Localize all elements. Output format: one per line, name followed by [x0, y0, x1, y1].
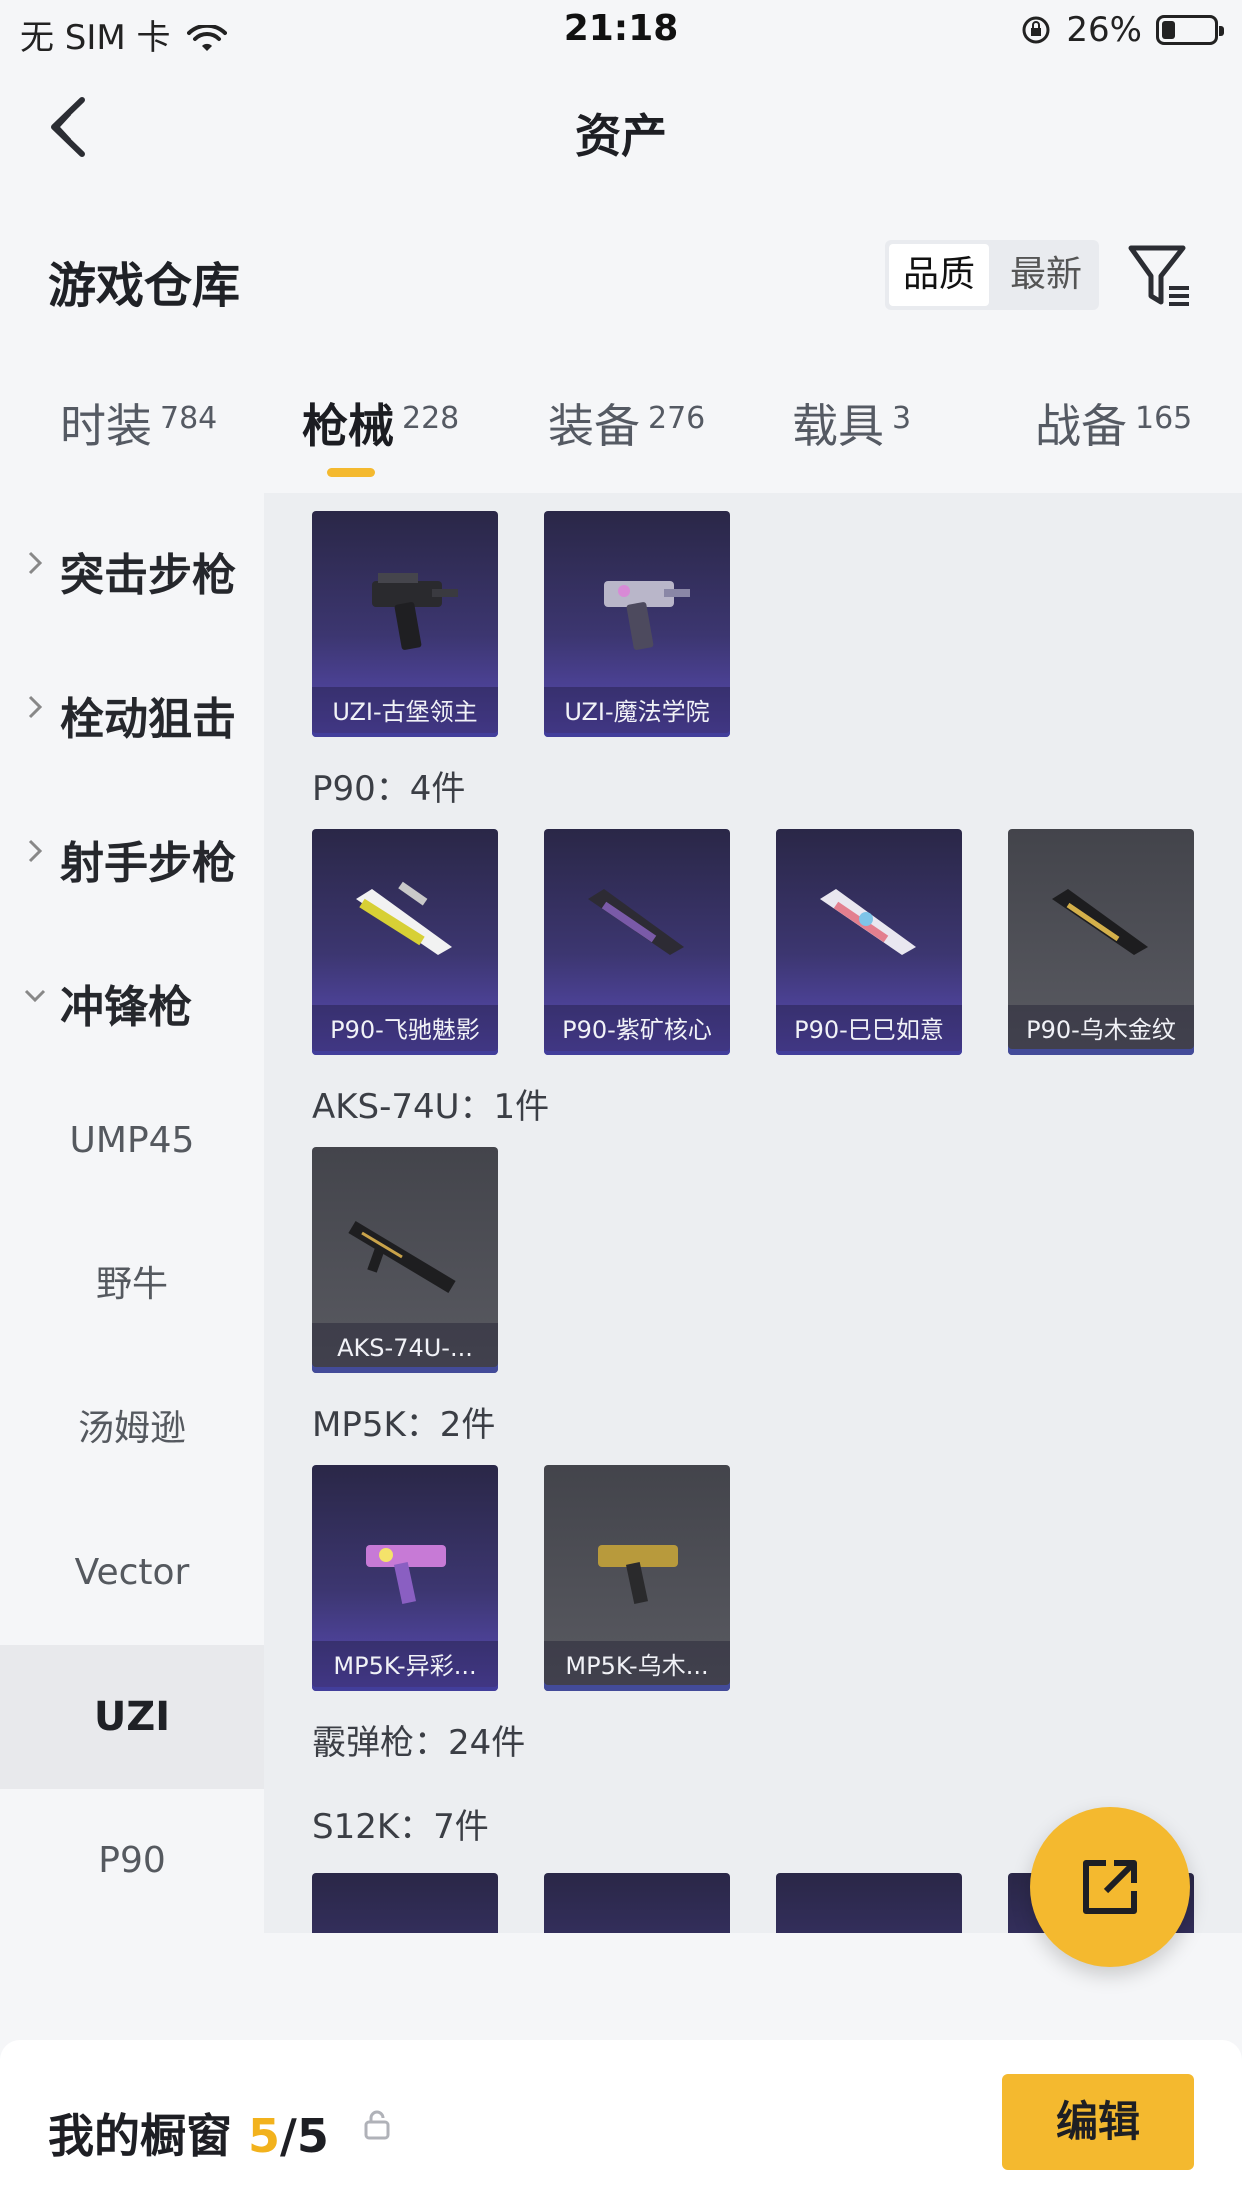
- p90-skin-image: [356, 881, 452, 955]
- warehouse-title: 游戏仓库: [48, 258, 241, 314]
- item-card[interactable]: MP5K-异彩...: [312, 1465, 498, 1691]
- subcategory-uzi[interactable]: UZI: [0, 1645, 264, 1789]
- item-card[interactable]: P90-紫矿核心: [544, 829, 730, 1055]
- share-icon: [1083, 1860, 1137, 1914]
- chevron-right-icon: [28, 551, 43, 575]
- category-assault-rifle[interactable]: 突击步枪: [0, 493, 264, 637]
- subcategory-p90[interactable]: P90: [0, 1789, 264, 1933]
- p90-skin-image: [820, 889, 916, 955]
- weapon-grid: UZI-古堡领主 UZI-魔法学院 P90：4件 P90-飞驰魅影 P90-紫矿…: [264, 493, 1242, 1933]
- group-title: 霰弹枪：24件: [312, 1723, 526, 1763]
- tab-equipment[interactable]: 装备 276: [548, 390, 705, 456]
- chevron-down-icon: [24, 989, 46, 1003]
- subcategory-vector[interactable]: Vector: [0, 1501, 264, 1645]
- battery-percent: 26%: [1066, 10, 1142, 50]
- group-title: S12K：7件: [312, 1807, 489, 1847]
- rotation-lock-icon: [1022, 16, 1050, 44]
- p90-skin-image: [1052, 889, 1148, 955]
- mp5k-skin-image: [366, 1545, 446, 1605]
- item-card[interactable]: P90-巳巳如意: [776, 829, 962, 1055]
- category-tabs: 时装 784 枪械 228 装备 276 载具 3 战备 165: [0, 390, 1242, 480]
- item-card-name: MP5K-异彩...: [312, 1641, 498, 1691]
- uzi-skin-image: [604, 581, 690, 650]
- item-card[interactable]: P90-乌木金纹: [1008, 829, 1194, 1055]
- category-marksman-rifle[interactable]: 射手步枪: [0, 781, 264, 925]
- item-card-name: P90-飞驰魅影: [312, 1005, 498, 1055]
- item-card[interactable]: AKS-74U-...: [312, 1147, 498, 1373]
- tab-fashion[interactable]: 时装 784: [60, 390, 217, 456]
- tab-vehicles[interactable]: 载具 3: [792, 390, 911, 456]
- category-bolt-sniper[interactable]: 栓动狙击: [0, 637, 264, 781]
- aks74u-skin-image: [348, 1220, 456, 1294]
- item-card-name: P90-巳巳如意: [776, 1005, 962, 1055]
- item-card-name: AKS-74U-...: [312, 1323, 498, 1373]
- mp5k-skin-image: [598, 1545, 678, 1605]
- p90-skin-image: [588, 889, 684, 955]
- item-card-name: P90-乌木金纹: [1008, 1005, 1194, 1055]
- item-card-name: MP5K-乌木...: [544, 1641, 730, 1691]
- sort-option-latest[interactable]: 最新: [993, 240, 1099, 310]
- group-title: P90：4件: [312, 769, 466, 809]
- category-smg[interactable]: 冲锋枪: [0, 925, 264, 1069]
- item-card-name: UZI-魔法学院: [544, 687, 730, 737]
- uzi-skin-image: [372, 573, 458, 650]
- sort-toggle: 品质 最新: [885, 240, 1099, 310]
- item-card[interactable]: MP5K-乌木...: [544, 1465, 730, 1691]
- page-title: 资产: [575, 109, 667, 163]
- nav-bar: 资产: [0, 62, 1242, 192]
- filter-icon[interactable]: [1125, 240, 1195, 310]
- tab-supplies[interactable]: 战备 165: [1035, 390, 1192, 456]
- showcase-bar: 我的橱窗 5/5 编辑: [0, 2040, 1242, 2208]
- subcategory-ump45[interactable]: UMP45: [0, 1069, 264, 1213]
- item-card[interactable]: UZI-古堡领主: [312, 511, 498, 737]
- showcase-label: 我的橱窗 5/5: [48, 2109, 329, 2163]
- sort-option-quality[interactable]: 品质: [889, 244, 989, 306]
- share-button[interactable]: [1030, 1807, 1190, 1967]
- item-card-name: P90-紫矿核心: [544, 1005, 730, 1055]
- subcategory-thompson[interactable]: 汤姆逊: [0, 1357, 264, 1501]
- item-card[interactable]: P90-飞驰魅影: [312, 829, 498, 1055]
- subcategory-bison[interactable]: 野牛: [0, 1213, 264, 1357]
- item-card[interactable]: UZI-魔法学院: [544, 511, 730, 737]
- status-bar: 无 SIM 卡 21:18 26%: [0, 0, 1242, 62]
- active-tab-indicator: [327, 468, 375, 477]
- chevron-right-icon: [28, 695, 43, 719]
- item-card[interactable]: [312, 1873, 498, 1933]
- edit-button[interactable]: 编辑: [1002, 2074, 1194, 2170]
- battery-icon: [1156, 15, 1224, 45]
- tab-firearms[interactable]: 枪械 228: [302, 390, 459, 456]
- item-card-name: UZI-古堡领主: [312, 687, 498, 737]
- lock-icon: [364, 2110, 390, 2140]
- item-card[interactable]: [544, 1873, 730, 1933]
- item-card[interactable]: [776, 1873, 962, 1933]
- group-title: AKS-74U：1件: [312, 1087, 550, 1127]
- chevron-right-icon: [28, 839, 43, 863]
- group-title: MP5K：2件: [312, 1405, 496, 1445]
- weapon-category-list: 突击步枪 栓动狙击 射手步枪 冲锋枪 UMP45 野牛 汤姆逊 Vector U…: [0, 493, 264, 1933]
- showcase-count: 5/5: [248, 2109, 329, 2163]
